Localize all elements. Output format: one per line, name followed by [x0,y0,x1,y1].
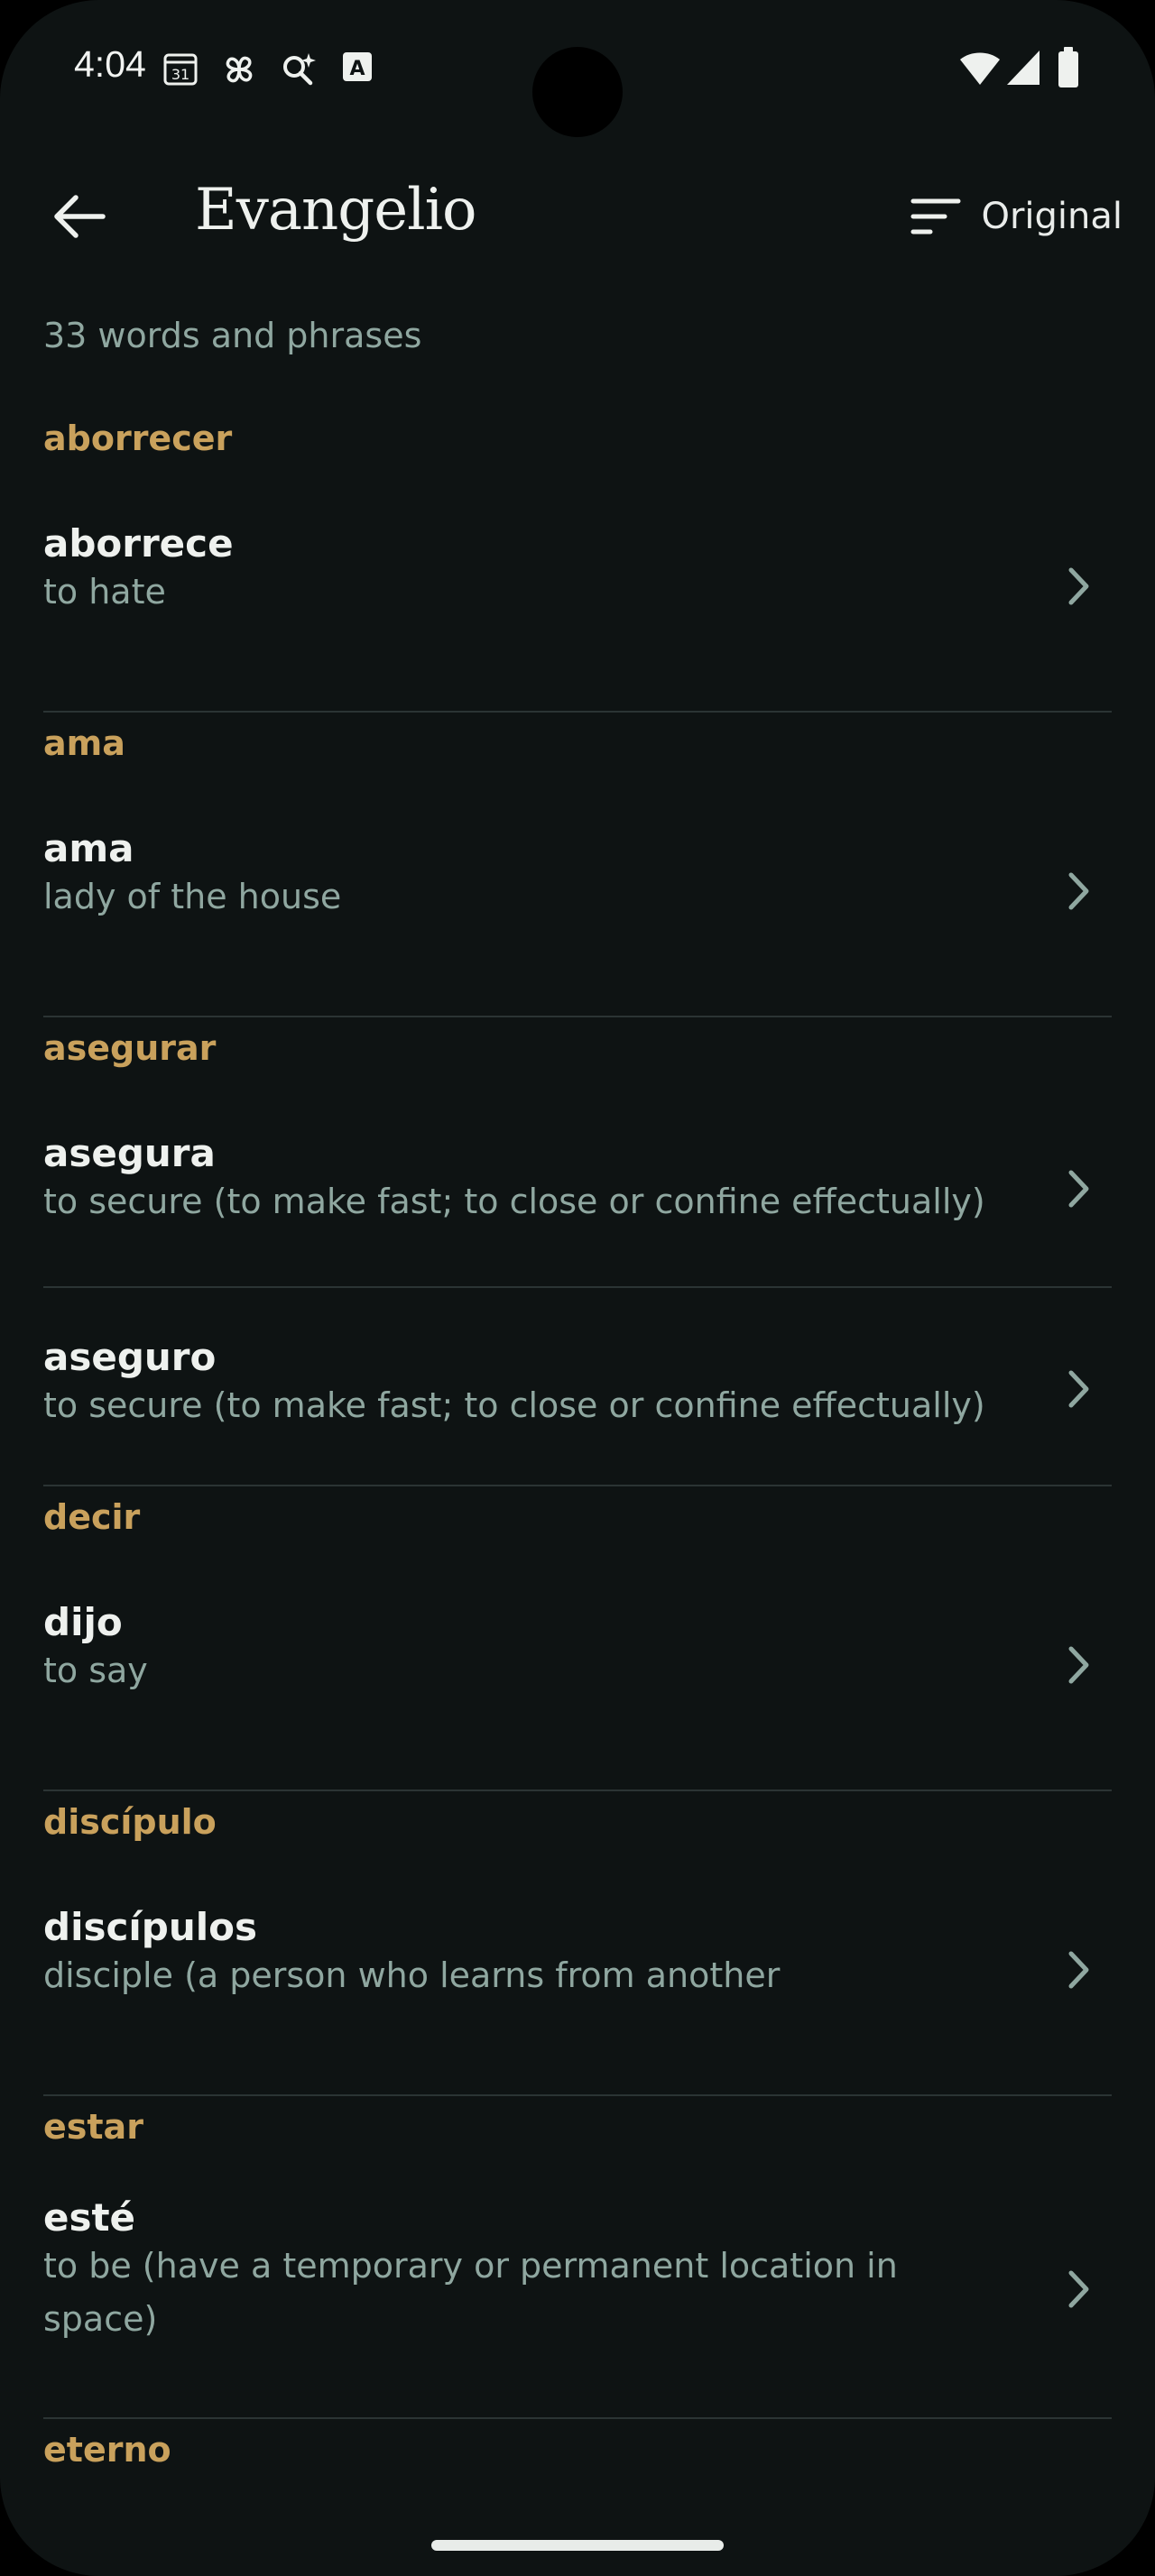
lemma-label: ama [43,723,125,763]
svg-text:31: 31 [171,66,189,83]
lemma-label: decir [43,1497,141,1537]
status-bar: 4:04 31 A [0,0,1155,137]
sort-label: Original [981,196,1123,237]
group-header: asegurar [0,1017,1155,1090]
status-time: 4:04 [74,43,146,85]
word-text: aseguro [43,1335,217,1379]
lemma-label: eterno [43,2430,171,2470]
list-item[interactable]: aseguro to secure (to make fast; to clos… [43,1288,1112,1486]
svg-text:A: A [349,58,365,80]
definition-text: to secure (to make fast; to close or con… [43,1385,985,1425]
definition-text: to secure (to make fast; to close or con… [43,1182,985,1221]
group-header: eterno [0,2419,1155,2491]
calendar-icon: 31 [163,53,198,86]
lemma-label: asegurar [43,1028,217,1068]
wifi-icon [960,52,1000,85]
word-text: ama [43,826,134,870]
home-indicator[interactable] [431,2540,724,2551]
definition-text: disciple (a person who learns from anoth… [43,1955,781,1995]
word-text: aborrece [43,521,234,566]
list-item[interactable]: aborrece to hate [43,480,1112,713]
definition-text: to be (have a temporary or permanent loc… [43,2246,898,2339]
word-text: asegura [43,1131,216,1175]
search-sparkle-icon [283,53,316,86]
lemma-label: aborrecer [43,419,233,458]
chevron-right-icon [1068,1370,1089,1408]
screen: 4:04 31 A Evangelio Original 33 words an… [0,0,1155,2576]
battery-icon [1058,47,1078,87]
chevron-right-icon [1068,2270,1089,2308]
chevron-right-icon [1068,1170,1089,1208]
word-text: esté [43,2195,136,2240]
chevron-right-icon [1068,567,1089,605]
group-header: discípulo [0,1791,1155,1863]
list-item[interactable]: discípulos disciple (a person who learns… [43,1863,1112,2096]
sort-button[interactable]: Original [910,188,1123,245]
definition-text: to hate [43,572,166,612]
list-item[interactable]: esté to be (have a temporary or permanen… [43,2168,1112,2419]
list-item[interactable]: dijo to say [43,1559,1112,1791]
group-header: aborrecer [0,408,1155,480]
group-header: ama [0,713,1155,785]
translate-icon: A [343,52,372,81]
lemma-label: discípulo [43,1802,217,1842]
sort-icon [910,198,961,235]
pinwheel-icon [226,56,253,83]
chevron-right-icon [1068,1951,1089,1989]
definition-text: lady of the house [43,877,342,916]
group-header: decir [0,1486,1155,1559]
lemma-label: estar [43,2107,143,2147]
chevron-right-icon [1068,1646,1089,1684]
signal-icon [1007,51,1040,85]
word-list: aborrecer aborrece to hate ama ama lady … [0,408,1155,2491]
word-text: dijo [43,1600,123,1644]
chevron-right-icon [1068,872,1089,910]
word-text: discípulos [43,1905,257,1949]
front-camera [532,47,623,137]
definition-text: to say [43,1651,148,1690]
list-item[interactable]: ama lady of the house [43,785,1112,1017]
word-count: 33 words and phrases [43,316,422,355]
page-title: Evangelio [195,177,477,244]
list-item[interactable]: asegura to secure (to make fast; to clos… [43,1090,1112,1288]
group-header: estar [0,2096,1155,2168]
back-arrow-icon[interactable] [47,185,110,248]
